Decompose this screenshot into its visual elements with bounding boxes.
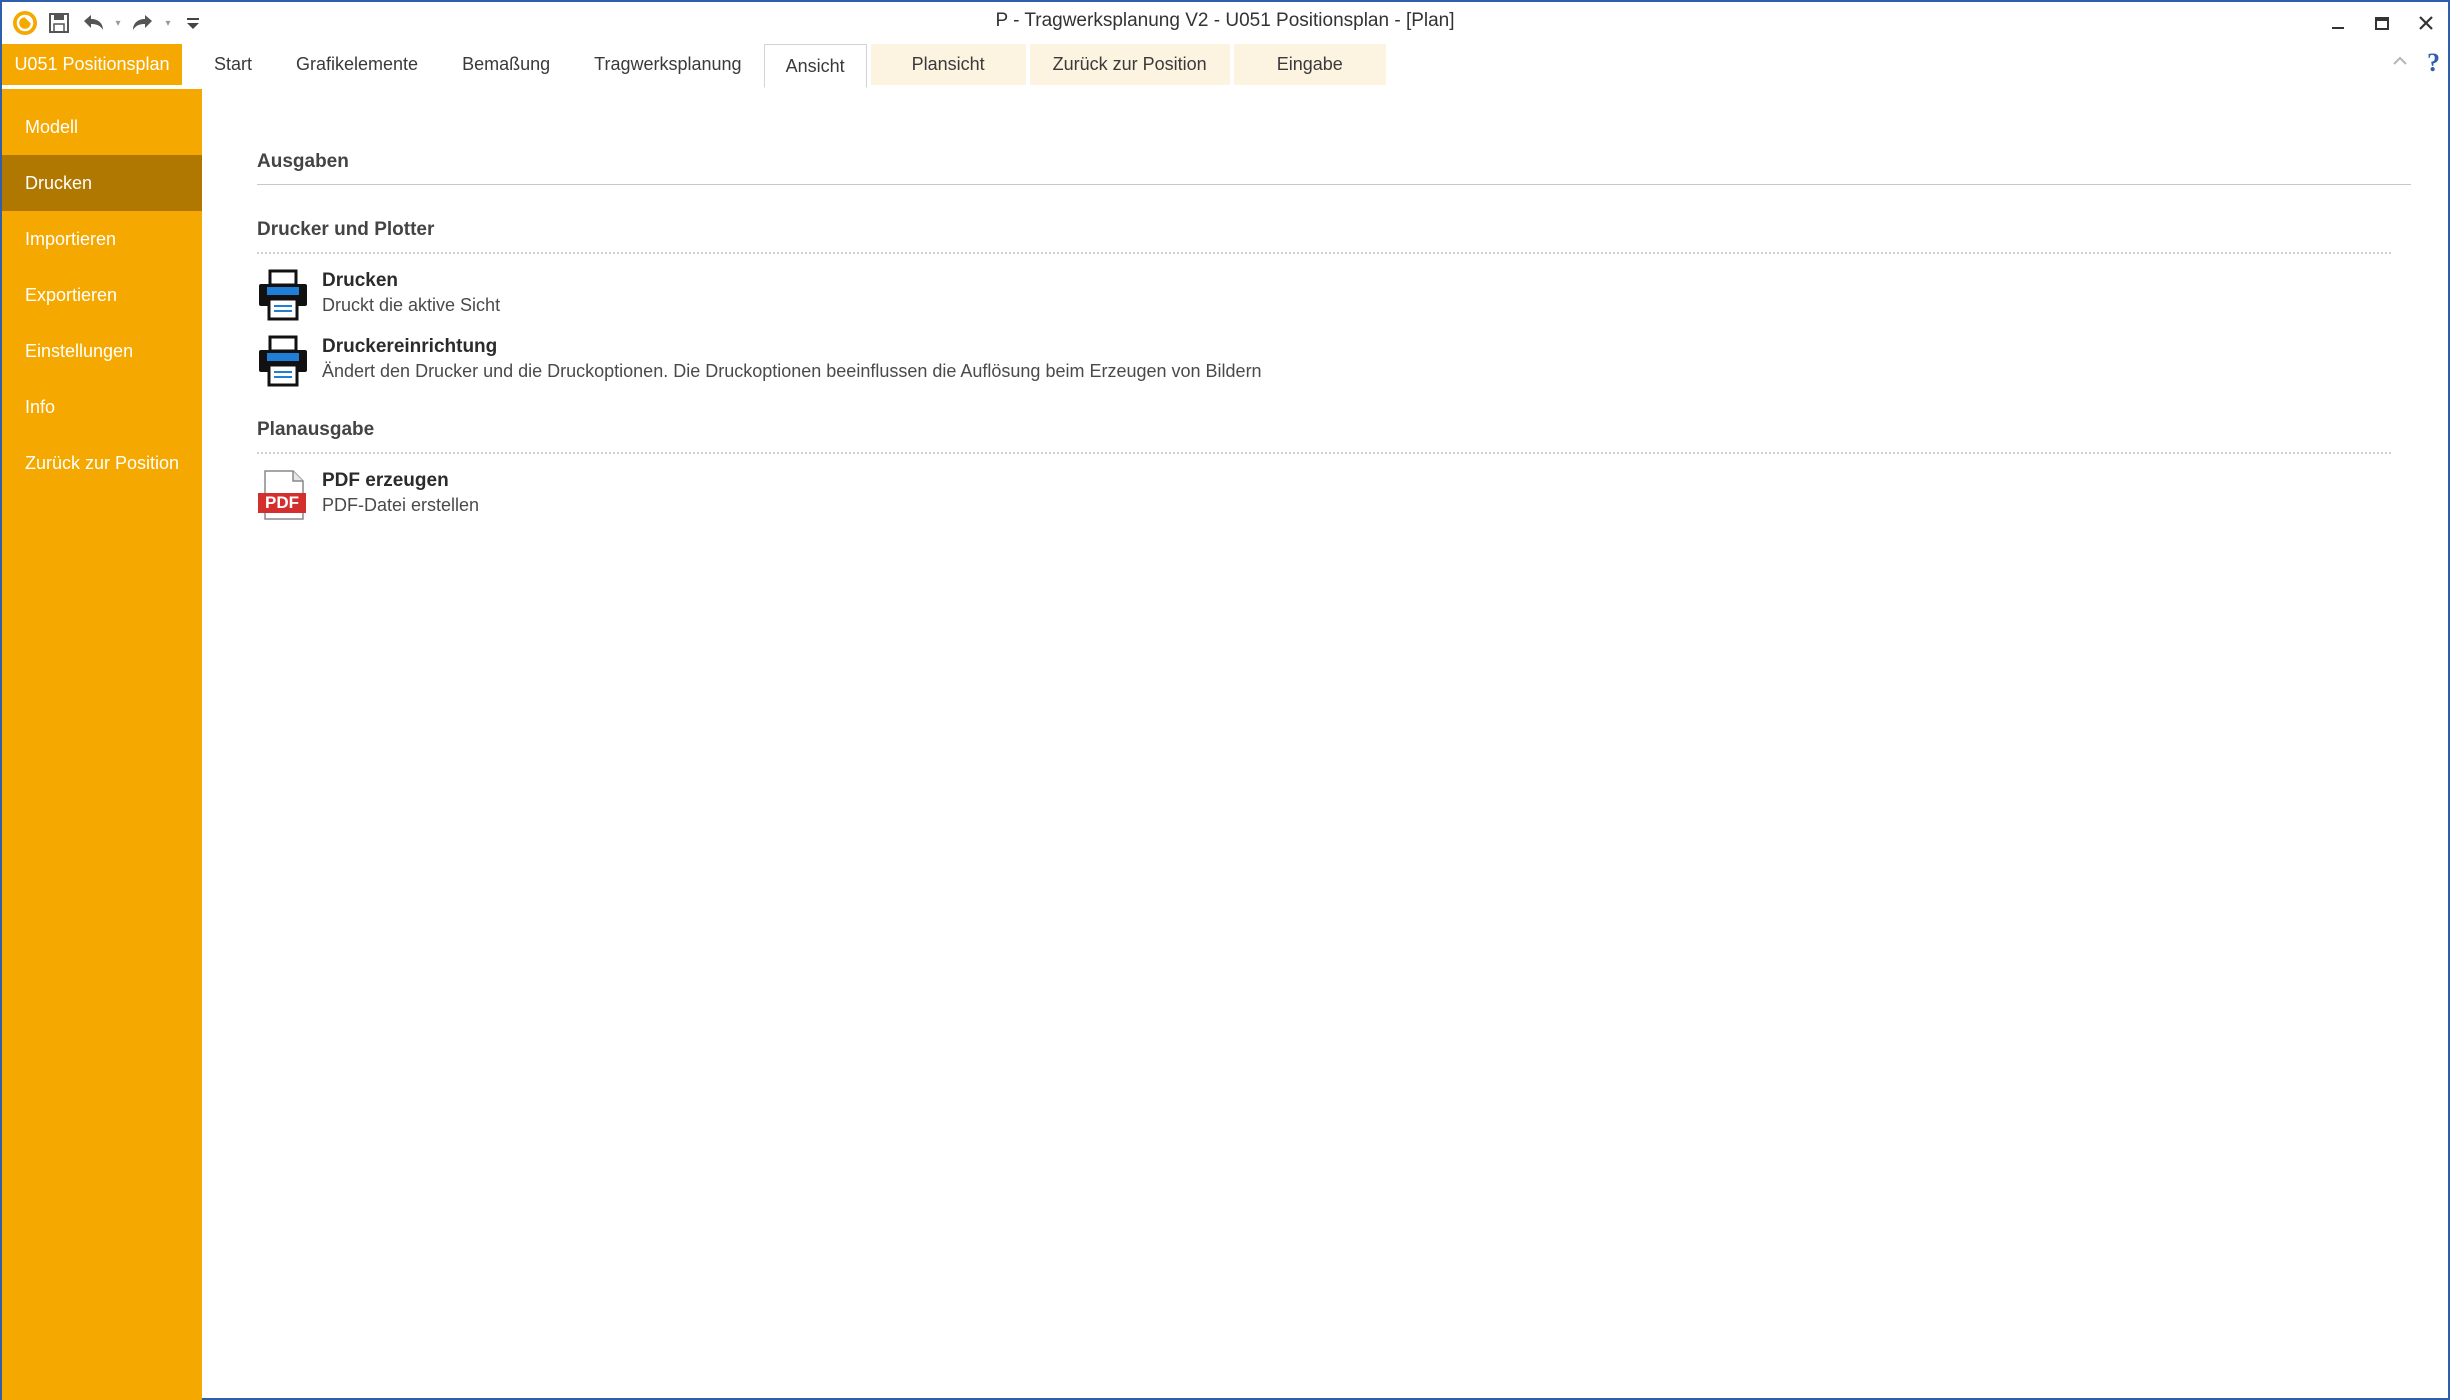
sidebar-item-modell[interactable]: Modell bbox=[2, 99, 202, 155]
title-bar: ▾ ▾ P - Tragwerksplanung V2 - U051 Posit… bbox=[2, 2, 2448, 44]
collapse-ribbon-icon[interactable] bbox=[2391, 54, 2409, 73]
tab-start[interactable]: Start bbox=[192, 44, 274, 85]
window-controls bbox=[2316, 2, 2448, 44]
command-title: Drucken bbox=[322, 270, 399, 291]
command-druckereinrichtung[interactable]: Druckereinrichtung Ändert den Drucker un… bbox=[257, 335, 1262, 391]
tab-zurueck-zur-position[interactable]: Zurück zur Position bbox=[1029, 44, 1230, 85]
printer-icon bbox=[257, 269, 309, 321]
group-title-drucker-und-plotter: Drucker und Plotter bbox=[257, 219, 435, 240]
maximize-icon[interactable] bbox=[2360, 2, 2404, 44]
command-title: PDF erzeugen bbox=[322, 470, 449, 491]
tab-grafikelemente[interactable]: Grafikelemente bbox=[274, 44, 440, 85]
command-text: PDF erzeugen PDF-Datei erstellen bbox=[322, 469, 479, 518]
command-description: PDF-Datei erstellen bbox=[322, 495, 480, 515]
command-description: Druckt die aktive Sicht bbox=[322, 295, 501, 315]
app-menu-tab[interactable]: U051 Positionsplan bbox=[2, 44, 182, 85]
sidebar-item-info[interactable]: Info bbox=[2, 379, 202, 435]
help-icon[interactable]: ? bbox=[2427, 48, 2440, 78]
command-text: Drucken Druckt die aktive Sicht bbox=[322, 269, 500, 318]
application-window: ▾ ▾ P - Tragwerksplanung V2 - U051 Posit… bbox=[0, 0, 2450, 1400]
tab-eingabe[interactable]: Eingabe bbox=[1233, 44, 1386, 85]
backstage-sidebar: Modell Drucken Importieren Exportieren E… bbox=[2, 89, 202, 1400]
sidebar-item-importieren[interactable]: Importieren bbox=[2, 211, 202, 267]
command-description: Ändert den Drucker und die Druckoptionen… bbox=[322, 361, 1262, 381]
tab-tragwerksplanung[interactable]: Tragwerksplanung bbox=[572, 44, 763, 85]
close-icon[interactable] bbox=[2404, 2, 2448, 44]
sidebar-item-drucken[interactable]: Drucken bbox=[2, 155, 202, 211]
pdf-icon: PDF bbox=[257, 469, 309, 521]
group-divider bbox=[257, 452, 2391, 454]
group-divider bbox=[257, 252, 2391, 254]
tab-bemassung[interactable]: Bemaßung bbox=[440, 44, 572, 85]
ribbon-tabs: Start Grafikelemente Bemaßung Tragwerksp… bbox=[192, 44, 1386, 88]
minimize-icon[interactable] bbox=[2316, 2, 2360, 44]
group-title-planausgabe: Planausgabe bbox=[257, 419, 375, 440]
command-drucken[interactable]: Drucken Druckt die aktive Sicht bbox=[257, 269, 500, 325]
sidebar-item-exportieren[interactable]: Exportieren bbox=[2, 267, 202, 323]
sidebar-item-einstellungen[interactable]: Einstellungen bbox=[2, 323, 202, 379]
backstage-content: Ausgaben Drucker und Plotter Drucken Dru… bbox=[202, 89, 2448, 1398]
command-pdf-erzeugen[interactable]: PDF PDF erzeugen PDF-Datei erstellen bbox=[257, 469, 479, 525]
printer-setup-icon bbox=[257, 335, 309, 387]
tab-plansicht[interactable]: Plansicht bbox=[870, 44, 1026, 85]
command-text: Druckereinrichtung Ändert den Drucker un… bbox=[322, 335, 1262, 384]
tab-ansicht[interactable]: Ansicht bbox=[763, 44, 867, 88]
heading-divider bbox=[257, 184, 2411, 185]
window-title: P - Tragwerksplanung V2 - U051 Positions… bbox=[995, 10, 1455, 31]
sidebar-item-zurueck-zur-position[interactable]: Zurück zur Position bbox=[2, 435, 202, 491]
pdf-icon-label: PDF bbox=[265, 493, 299, 512]
page-title: Ausgaben bbox=[257, 151, 349, 172]
ribbon-right-controls: ? bbox=[2391, 48, 2440, 78]
ribbon: U051 Positionsplan Start Grafikelemente … bbox=[2, 44, 2448, 131]
command-title: Druckereinrichtung bbox=[322, 336, 498, 357]
